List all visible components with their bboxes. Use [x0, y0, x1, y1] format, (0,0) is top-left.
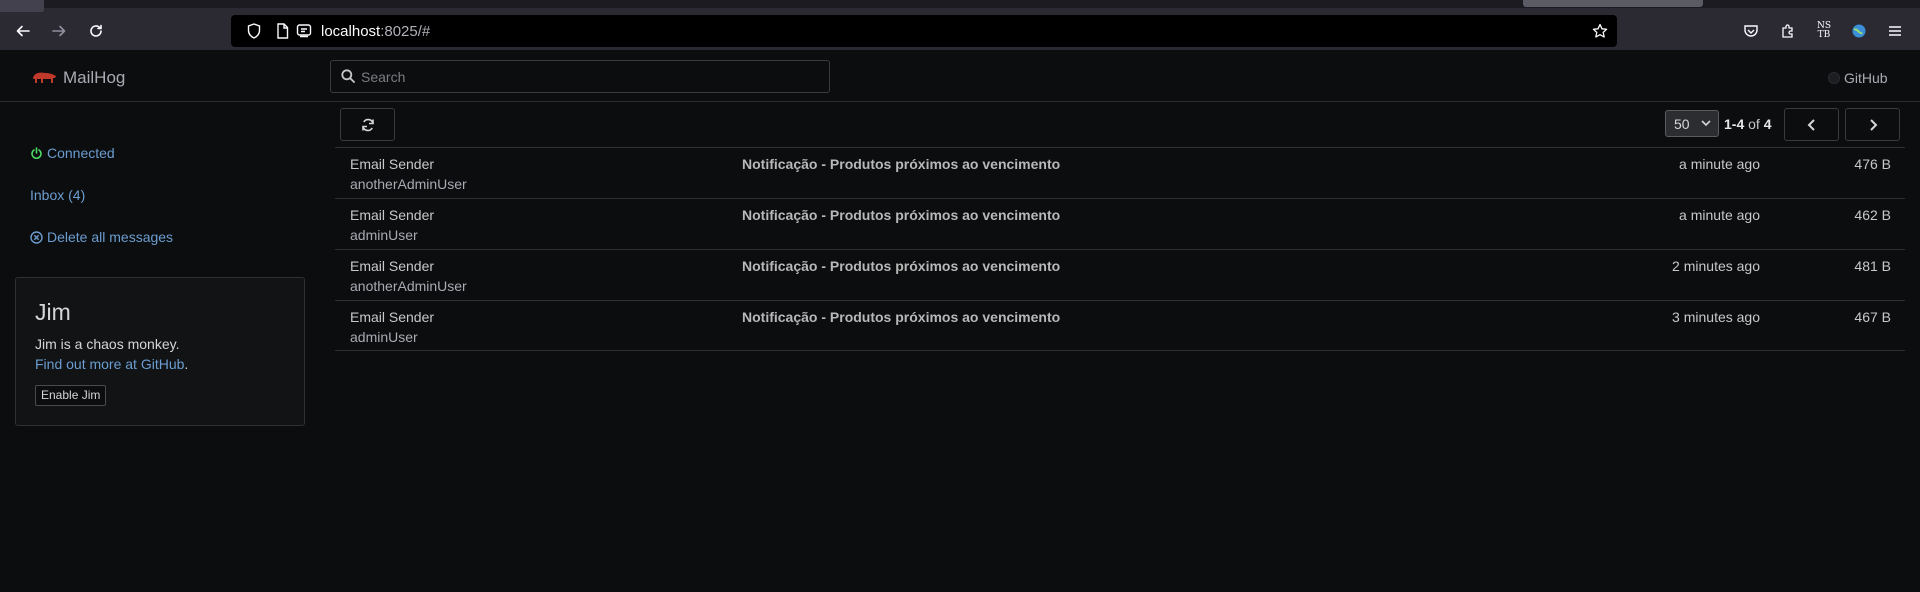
power-icon: [31, 146, 42, 159]
per-page-value: 50: [1674, 115, 1690, 132]
hamburger-menu-icon[interactable]: [1884, 20, 1906, 42]
message-list: Email Sender anotherAdminUser Notificaçã…: [335, 147, 1905, 351]
back-button[interactable]: [11, 19, 35, 43]
enable-jim-button[interactable]: Enable Jim: [35, 385, 107, 406]
message-row[interactable]: Email Sender anotherAdminUser Notificaçã…: [335, 249, 1905, 300]
jim-panel: Jim Jim is a chaos monkey. Find out more…: [15, 277, 305, 426]
message-subject: Notificação - Produtos próximos ao venci…: [742, 207, 1061, 223]
message-time: 2 minutes ago: [1672, 258, 1760, 274]
shield-icon[interactable]: [246, 23, 262, 39]
message-from: Email Sender: [350, 156, 435, 172]
chevron-left-icon: [1807, 118, 1815, 131]
pocket-icon[interactable]: [1740, 20, 1762, 42]
message-to: adminUser: [350, 227, 418, 243]
delete-all-messages-link[interactable]: Delete all messages: [30, 229, 173, 245]
forward-button[interactable]: [47, 19, 71, 43]
jim-link-suffix: .: [184, 356, 189, 372]
url-text[interactable]: localhost:8025/#: [321, 23, 430, 40]
jim-title: Jim: [35, 299, 71, 325]
search-icon: [341, 69, 355, 88]
message-size: 476 B: [1854, 156, 1891, 172]
sidebar-item-inbox[interactable]: Inbox (4): [30, 187, 85, 203]
remove-circle-icon: [30, 230, 43, 244]
page-icon[interactable]: [274, 23, 290, 39]
message-size: 467 B: [1854, 309, 1891, 325]
brand-text: MailHog: [63, 68, 126, 87]
inbox-label: Inbox (4): [30, 187, 86, 203]
connection-status: Connected: [30, 145, 115, 161]
message-subject: Notificação - Produtos próximos ao venci…: [742, 309, 1061, 325]
message-row[interactable]: Email Sender adminUser Notificação - Pro…: [335, 300, 1905, 351]
nstb-extension-icon[interactable]: NS TB: [1813, 20, 1835, 42]
reload-button[interactable]: [84, 19, 108, 43]
page-total: 4: [1763, 116, 1772, 132]
connected-label: Connected: [47, 145, 115, 161]
pagination-info: 1-4 of 4: [1724, 116, 1772, 132]
message-size: 481 B: [1854, 258, 1891, 274]
message-from: Email Sender: [350, 309, 435, 325]
message-from: Email Sender: [350, 207, 435, 223]
message-to: anotherAdminUser: [350, 278, 467, 294]
arrow-right-icon: [52, 25, 66, 37]
refresh-button[interactable]: [340, 108, 395, 141]
jim-github-link[interactable]: Find out more at GitHub: [35, 356, 184, 372]
message-row[interactable]: Email Sender adminUser Notificação - Pro…: [335, 198, 1905, 249]
message-from: Email Sender: [350, 258, 435, 274]
github-label: GitHub: [1844, 70, 1888, 86]
message-time: 3 minutes ago: [1672, 309, 1760, 325]
chevron-down-icon: [1701, 120, 1711, 127]
browser-tab[interactable]: [0, 0, 44, 12]
message-to: anotherAdminUser: [350, 176, 467, 192]
delete-all-label: Delete all messages: [47, 229, 174, 245]
arrow-left-icon: [16, 25, 30, 37]
message-to: adminUser: [350, 329, 418, 345]
page-range: 1-4: [1724, 116, 1745, 132]
browser-navbar: localhost:8025/# NS TB: [0, 12, 1920, 50]
previous-page-button[interactable]: [1784, 108, 1839, 141]
refresh-icon: [361, 118, 374, 131]
page-of-label: of: [1748, 116, 1760, 132]
search-input[interactable]: [361, 61, 821, 92]
search-box: [330, 60, 830, 93]
github-link[interactable]: GitHub: [1828, 70, 1888, 86]
next-page-button[interactable]: [1845, 108, 1900, 141]
message-row[interactable]: Email Sender anotherAdminUser Notificaçã…: [335, 147, 1905, 198]
app-header: MailHog GitHub: [0, 50, 1920, 102]
message-subject: Notificação - Produtos próximos ao venci…: [742, 258, 1061, 274]
globe-extension-icon[interactable]: [1848, 20, 1870, 42]
chevron-right-icon: [1869, 118, 1877, 131]
message-time: a minute ago: [1679, 207, 1760, 223]
browser-tab-strip: [0, 0, 1920, 12]
jim-more-info: Find out more at GitHub.: [35, 356, 188, 372]
bookmark-star-icon[interactable]: [1592, 23, 1608, 39]
brand-link[interactable]: MailHog: [31, 68, 125, 88]
url-bar[interactable]: localhost:8025/#: [231, 15, 1617, 47]
reload-icon: [90, 24, 102, 37]
message-subject: Notificação - Produtos próximos ao venci…: [742, 156, 1061, 172]
extensions-icon[interactable]: [1777, 20, 1799, 42]
tab-scroll-indicator[interactable]: [1523, 0, 1703, 7]
mailhog-logo-icon: [32, 72, 56, 83]
message-size: 462 B: [1854, 207, 1891, 223]
github-icon: [1828, 72, 1840, 84]
permissions-icon[interactable]: [296, 23, 312, 39]
jim-description: Jim is a chaos monkey.: [35, 336, 180, 352]
per-page-select[interactable]: 50: [1665, 110, 1719, 137]
message-time: a minute ago: [1679, 156, 1760, 172]
